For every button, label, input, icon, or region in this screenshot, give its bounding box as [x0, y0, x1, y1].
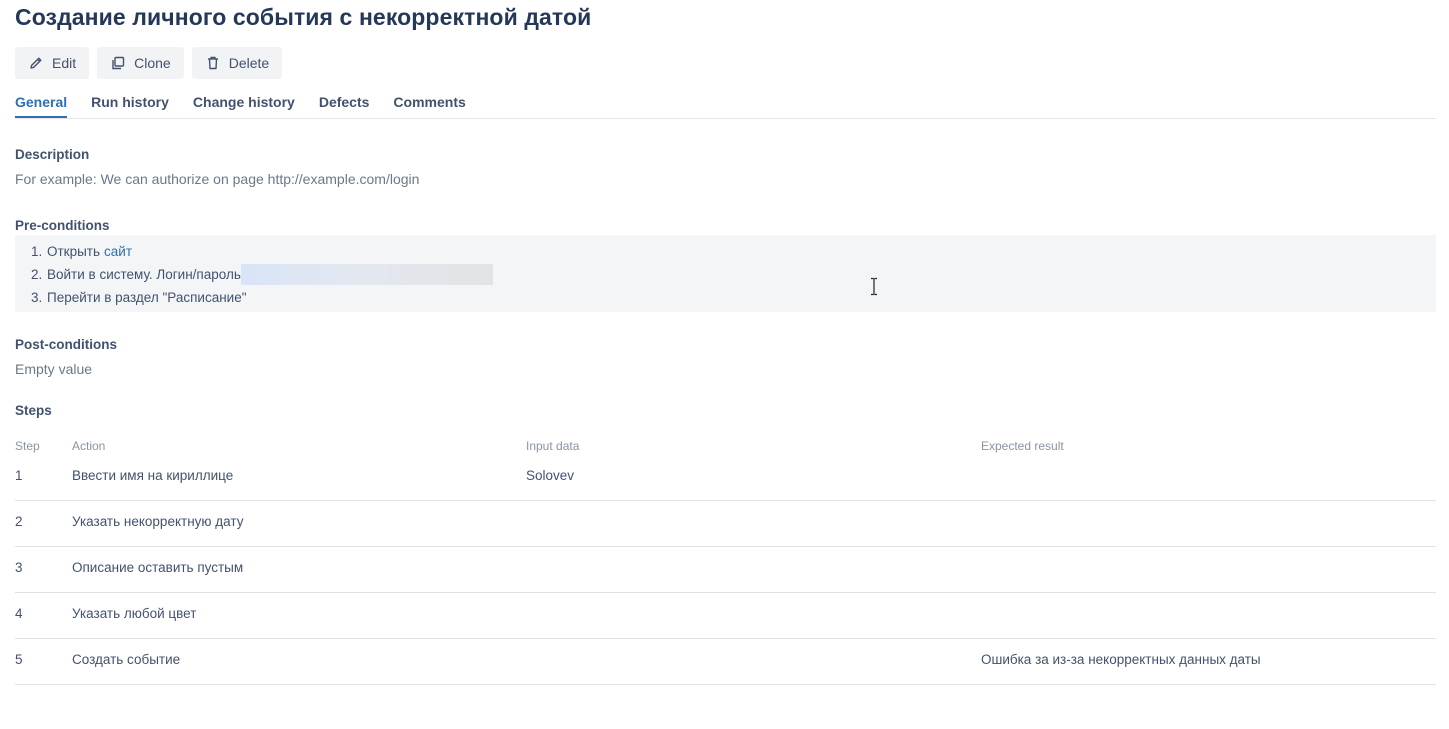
steps-heading: Steps	[15, 403, 52, 418]
edit-button[interactable]: Edit	[15, 47, 90, 79]
redacted-credentials	[240, 264, 493, 285]
text-cursor-icon	[871, 277, 877, 296]
toolbar: Edit Clone Delete	[15, 47, 283, 79]
column-header-input-data: Input data	[526, 439, 580, 453]
trash-icon	[205, 55, 221, 71]
table-row[interactable]: 3 Описание оставить пустым	[15, 546, 1436, 593]
copy-icon	[110, 55, 126, 71]
step-action: Создать событие	[72, 652, 181, 667]
list-number: 1.	[31, 244, 43, 259]
table-row[interactable]: 1 Ввести имя на кириллице Solovev	[15, 454, 1436, 501]
column-header-action: Action	[72, 439, 106, 453]
step-action: Ввести имя на кириллице	[72, 468, 234, 483]
tab-defects[interactable]: Defects	[319, 94, 370, 118]
delete-button[interactable]: Delete	[191, 47, 283, 79]
list-number: 2.	[31, 267, 43, 282]
preconditions-box[interactable]: 1. Открыть сайт 2. Войти в систему. Логи…	[15, 235, 1436, 312]
step-number: 4	[15, 606, 23, 621]
clone-button[interactable]: Clone	[97, 47, 184, 79]
list-number: 3.	[31, 290, 43, 305]
step-action: Описание оставить пустым	[72, 560, 244, 575]
list-item: 2. Войти в систему. Логин/пароль	[31, 264, 493, 289]
tab-run-history[interactable]: Run history	[91, 94, 169, 118]
step-action: Указать любой цвет	[72, 606, 197, 621]
tab-comments[interactable]: Comments	[393, 94, 465, 118]
delete-button-label: Delete	[228, 55, 270, 71]
edit-button-label: Edit	[52, 55, 77, 71]
step-number: 1	[15, 468, 23, 483]
clone-button-label: Clone	[134, 55, 171, 71]
preconditions-heading: Pre-conditions	[15, 218, 110, 233]
list-text: Войти в систему. Логин/пароль	[47, 267, 241, 282]
tab-general[interactable]: General	[15, 94, 68, 118]
column-header-step: Step	[15, 439, 40, 453]
list-item: 1. Открыть сайт	[31, 243, 493, 266]
page-title: Создание личного события с некорректной …	[15, 4, 592, 30]
pencil-icon	[28, 55, 44, 71]
site-link[interactable]: сайт	[104, 243, 132, 261]
step-action: Указать некорректную дату	[72, 514, 244, 529]
step-input: Solovev	[526, 468, 575, 483]
preconditions-list: 1. Открыть сайт 2. Войти в систему. Логи…	[31, 243, 493, 312]
list-text: Перейти в раздел "Расписание"	[47, 290, 247, 305]
tab-bar: General Run history Change history Defec…	[15, 94, 1436, 119]
step-number: 3	[15, 560, 23, 575]
description-placeholder[interactable]: For example: We can authorize on page ht…	[15, 171, 419, 187]
table-row[interactable]: 2 Указать некорректную дату	[15, 500, 1436, 547]
table-row[interactable]: 5 Создать событие Ошибка за из-за некорр…	[15, 638, 1436, 685]
description-heading: Description	[15, 147, 90, 162]
postconditions-heading: Post-conditions	[15, 337, 117, 352]
column-header-expected-result: Expected result	[981, 439, 1064, 453]
list-item: 3. Перейти в раздел "Расписание"	[31, 289, 493, 312]
list-text: Открыть	[47, 244, 101, 259]
step-expected: Ошибка за из-за некорректных данных даты	[981, 652, 1261, 667]
tab-change-history[interactable]: Change history	[193, 94, 295, 118]
postconditions-value[interactable]: Empty value	[15, 361, 92, 377]
table-row[interactable]: 4 Указать любой цвет	[15, 592, 1436, 639]
step-number: 2	[15, 514, 23, 529]
step-number: 5	[15, 652, 23, 667]
